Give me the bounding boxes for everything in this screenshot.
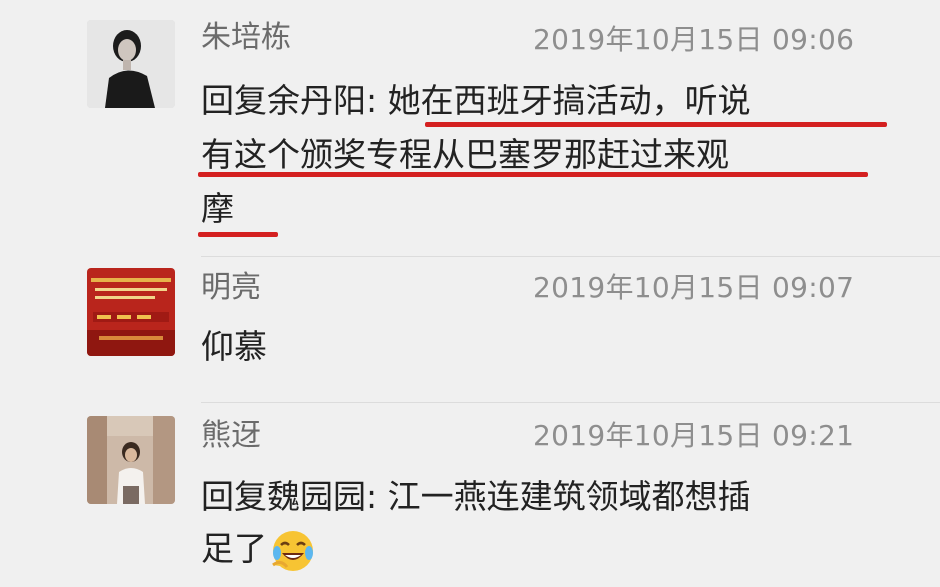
highlight-underline xyxy=(198,172,868,177)
comment-text-line: 回复魏园园: 江一燕连建筑领域都想插 xyxy=(201,472,751,522)
comment-author[interactable]: 朱培栋 xyxy=(201,20,291,56)
comment-text-line: 足了 xyxy=(201,524,751,574)
comment-timestamp: 2019年10月15日 09:21 xyxy=(533,419,855,452)
comment-timestamp: 2019年10月15日 09:06 xyxy=(533,23,855,56)
comment-text-line: 回复余丹阳: 她在西班牙搞活动，听说 xyxy=(201,76,751,126)
reply-colon: : xyxy=(366,81,388,120)
comment-text: 回复余丹阳: 她在西班牙搞活动，听说 有这个颁奖专程从巴塞罗那赶过来观 摩 xyxy=(201,76,751,234)
comment-text-line: 摩 xyxy=(201,189,234,228)
avatar[interactable] xyxy=(87,268,175,356)
highlight-underline xyxy=(198,232,278,237)
comment-text-segment: 她在西班牙搞活动，听说 xyxy=(387,81,751,120)
avatar[interactable] xyxy=(87,20,175,108)
comment-text: 回复魏园园: 江一燕连建筑领域都想插 足了 xyxy=(201,472,751,574)
reply-prefix: 回复 xyxy=(201,477,267,516)
avatar[interactable] xyxy=(87,416,175,504)
comment-text-segment: 足了 xyxy=(201,529,267,568)
reply-to-name[interactable]: 余丹阳 xyxy=(267,81,366,120)
comment-author[interactable]: 明亮 xyxy=(201,270,261,306)
comment-timestamp: 2019年10月15日 09:07 xyxy=(533,271,855,304)
comment-author[interactable]: 熊迓 xyxy=(201,418,261,454)
highlight-underline xyxy=(425,122,887,127)
reply-to-name[interactable]: 魏园园 xyxy=(267,477,366,516)
reply-colon: : xyxy=(366,477,388,516)
reply-prefix: 回复 xyxy=(201,81,267,120)
comment-text-segment: 江一燕连建筑领域都想插 xyxy=(387,477,751,516)
laughing-crying-emoji-icon xyxy=(271,529,315,573)
comment-text: 仰慕 xyxy=(201,327,267,366)
divider xyxy=(201,402,940,403)
divider xyxy=(201,256,940,257)
